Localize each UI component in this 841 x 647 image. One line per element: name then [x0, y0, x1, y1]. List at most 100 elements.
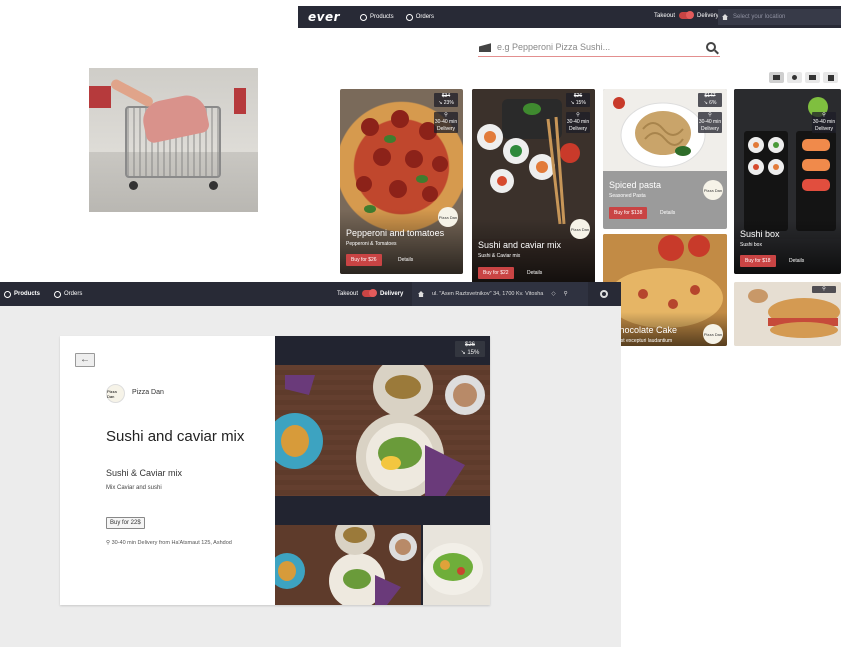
buy-button[interactable]: Buy for $26	[346, 254, 382, 266]
delivery-time: 30-40 min Delivery	[698, 119, 722, 132]
details-button[interactable]: Details	[660, 210, 675, 216]
search-icon[interactable]: ⚲	[564, 291, 568, 297]
old-price: $147	[704, 93, 716, 99]
product-subtitle: Sushi & Caviar mix	[106, 468, 183, 478]
nav-orders[interactable]: Orders	[405, 13, 434, 21]
nav-products-label: Products	[370, 14, 394, 20]
search-icon[interactable]	[706, 41, 716, 52]
product-name: Sushi box	[740, 229, 780, 239]
buy-button[interactable]: Buy for $18	[740, 255, 776, 267]
locate-icon[interactable]: ◇	[551, 291, 555, 297]
bike-icon: ⚲	[576, 112, 580, 118]
home-icon	[418, 291, 424, 297]
food-icon	[360, 13, 367, 21]
food-table-thumb	[275, 525, 421, 605]
salad-thumb	[423, 525, 490, 605]
history-icon	[405, 13, 413, 21]
bike-icon: ⚲	[444, 112, 448, 118]
view-list-button[interactable]	[769, 72, 784, 83]
store-logo[interactable]: Pizza Dan	[570, 219, 590, 239]
store-logo[interactable]: Pizza Dan	[106, 384, 125, 403]
arrow-left-icon: ←	[80, 354, 90, 365]
price-badge: $26 ↘ 15%	[455, 341, 485, 357]
delivery-badge: ⚲ 30-40 min Delivery	[566, 112, 590, 133]
nav-orders[interactable]: Orders	[54, 290, 83, 298]
delivery-badge: ⚲ 30-40 min Delivery	[698, 112, 722, 133]
product-subtitle: Seasoned Pasta	[609, 193, 646, 199]
takeout-label: Takeout	[337, 290, 359, 297]
details-button[interactable]: Details	[398, 257, 413, 263]
store-logo[interactable]: Pizza Dan	[703, 180, 723, 200]
bike-icon: ⚲	[708, 112, 712, 118]
view-grid-button[interactable]	[805, 72, 820, 83]
search-input[interactable]: e.g Pepperoni Pizza Sushi...	[497, 42, 706, 52]
delivery-time: 30-40 min Delivery	[434, 119, 458, 132]
delivery-badge: ⚲	[812, 286, 836, 293]
back-button[interactable]: ←	[75, 353, 95, 367]
buy-button[interactable]: Buy for 22$	[106, 517, 145, 529]
details-button[interactable]: Details	[527, 270, 542, 276]
gallery-thumbnail[interactable]	[275, 525, 421, 605]
product-name: Sushi and caviar mix	[478, 240, 562, 250]
product-card[interactable]: $34 ↘ 23% ⚲ 30-40 min Delivery Pizza Dan P…	[340, 89, 463, 274]
takeout-delivery-toggle[interactable]: Takeout Delivery	[654, 11, 719, 19]
address-text: ul. "Asen Raztsvetnikov" 34, 1700 Kv. Vi…	[432, 291, 544, 297]
price-badge: $34 ↘ 23%	[434, 93, 458, 107]
store-logo[interactable]: Pizza Dan	[438, 207, 458, 227]
location-input[interactable]: Select your location	[718, 9, 841, 25]
burger-icon	[479, 43, 491, 52]
bike-icon: ⚲	[822, 112, 826, 118]
main-product-image[interactable]	[275, 365, 490, 496]
takeout-delivery-toggle[interactable]: Takeout Delivery	[337, 289, 403, 297]
gallery-thumbnail[interactable]	[423, 525, 490, 605]
view-cards-button[interactable]	[787, 72, 802, 83]
address-field[interactable]: ul. "Asen Raztsvetnikov" 34, 1700 Kv. Vi…	[412, 282, 588, 306]
discount: 15%	[467, 350, 480, 356]
nav-products[interactable]: Products	[4, 290, 41, 298]
buy-button[interactable]: Buy for $22	[478, 267, 514, 279]
toggle-switch[interactable]	[679, 11, 695, 19]
product-name: Spiced pasta	[609, 180, 662, 190]
view-tiles-button[interactable]	[823, 72, 838, 83]
product-subtitle: Sushi box	[740, 242, 762, 248]
old-price: $34	[441, 93, 451, 99]
delivery-badge: ⚲ 30-40 min Delivery	[812, 112, 836, 133]
delivery-text: 30-40 min Delivery from Ha'Atsmaut 125, …	[111, 540, 232, 546]
nav-products[interactable]: Products	[360, 13, 394, 21]
search-bar[interactable]: e.g Pepperoni Pizza Sushi...	[478, 37, 720, 57]
toggle-switch[interactable]	[362, 289, 378, 297]
details-button[interactable]: Details	[789, 258, 804, 264]
store-logo[interactable]: Pizza Dan	[703, 324, 723, 344]
discount: 23%	[443, 100, 454, 106]
nav-orders-label: Orders	[64, 291, 83, 297]
old-price: $26	[573, 93, 583, 99]
product-description: Mix Caviar and sushi	[106, 485, 162, 491]
top-navbar: Products Orders Takeout Delivery ul. "As…	[0, 282, 621, 306]
delivery-time: 30-40 min Delivery	[812, 119, 836, 132]
view-mode-switcher	[769, 72, 838, 83]
discount: 15%	[575, 100, 586, 106]
food-table-image	[275, 365, 490, 496]
product-card[interactable]: ⚲	[734, 282, 841, 346]
product-detail-card: ← Pizza Dan Pizza Dan Sushi and caviar m…	[60, 336, 490, 605]
top-navbar: ever Products Orders Takeout Delivery Se…	[298, 6, 841, 28]
product-card[interactable]: ⚲ 30-40 min Delivery Sushi box Sushi box …	[734, 89, 841, 274]
buy-button[interactable]: Buy for $138	[609, 207, 648, 219]
price-badge: $26 ↘ 15%	[566, 93, 590, 107]
delivery-time: 30-40 min Delivery	[566, 119, 590, 132]
product-subtitle: Sushi & Caviar mix	[478, 253, 521, 259]
price-badge: $147 ↘ 6%	[698, 93, 722, 107]
product-subtitle: Pepperoni & Tomatoes	[346, 241, 397, 247]
screenshot-canvas: ever Products Orders Takeout Delivery Se…	[0, 0, 841, 647]
product-card[interactable]: $147 ↘ 6% ⚲ 30-40 min Delivery Pizza Dan S…	[603, 89, 727, 229]
old-price: $26	[464, 342, 475, 348]
brand-logo[interactable]: ever	[308, 10, 348, 24]
history-icon	[54, 290, 62, 298]
gear-icon[interactable]	[600, 290, 608, 298]
delivery-badge: ⚲ 30-40 min Delivery	[434, 112, 458, 133]
delivery-label: Delivery	[697, 12, 719, 19]
product-card[interactable]: Pizza Dan te Chocolate Cake ut sed est e…	[603, 234, 727, 346]
nav-products-label: Products	[14, 291, 41, 297]
product-card[interactable]: $26 ↘ 15% ⚲ 30-40 min Delivery Pizza Dan S…	[472, 89, 595, 286]
store-name[interactable]: Pizza Dan	[132, 389, 164, 396]
